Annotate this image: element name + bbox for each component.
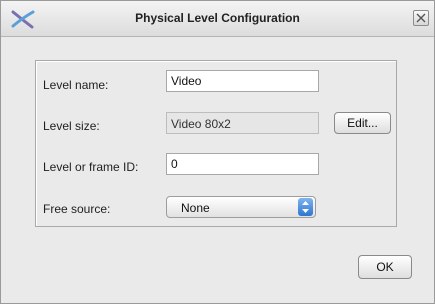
updown-arrows-icon <box>298 198 313 216</box>
level-size-label: Level size: <box>43 119 100 133</box>
level-name-input[interactable] <box>166 70 319 92</box>
close-icon <box>416 13 426 23</box>
edit-button[interactable]: Edit... <box>334 112 391 134</box>
close-button[interactable] <box>413 10 429 26</box>
level-id-input[interactable] <box>166 153 319 175</box>
dialog-title: Physical Level Configuration <box>135 11 300 25</box>
ok-button[interactable]: OK <box>358 255 412 279</box>
dialog-window: Physical Level Configuration Level name:… <box>0 0 435 304</box>
free-source-select[interactable]: None <box>166 196 316 218</box>
free-source-label: Free source: <box>43 202 111 216</box>
level-name-label: Level name: <box>43 78 109 92</box>
level-size-value: Video 80x2 <box>166 112 319 134</box>
title-bar[interactable]: Physical Level Configuration <box>1 1 434 37</box>
free-source-value: None <box>181 201 210 215</box>
level-id-label: Level or frame ID: <box>43 160 139 174</box>
